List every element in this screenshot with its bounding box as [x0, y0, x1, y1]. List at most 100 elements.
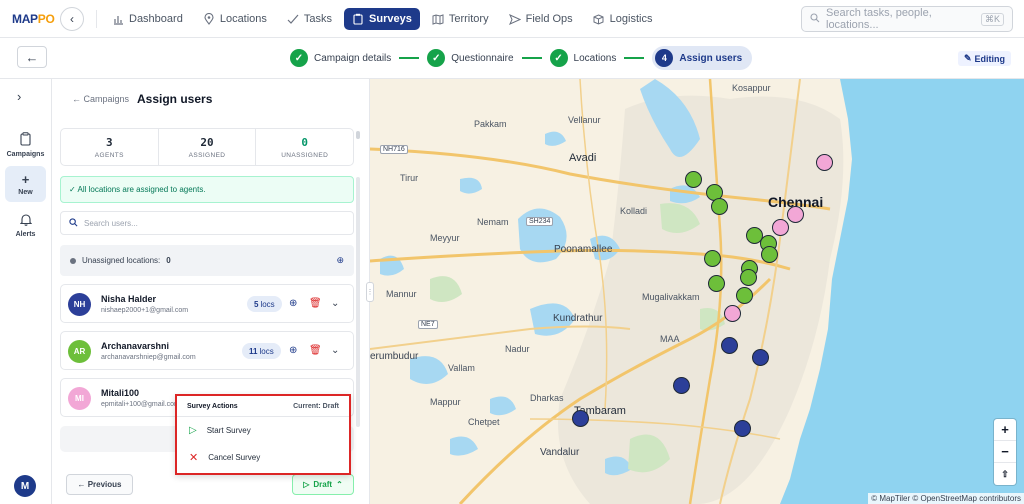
bell-icon — [19, 213, 32, 228]
map-label: Mappur — [430, 397, 461, 407]
start-survey-option[interactable]: ▷ Start Survey — [177, 417, 349, 444]
stats-card: 3 AGENTS 20 ASSIGNED 0 UNASSIGNED — [60, 128, 354, 166]
check-icon: ✓ — [549, 49, 568, 67]
map-marker[interactable] — [711, 198, 728, 215]
chevron-right-icon: › — [17, 89, 22, 104]
nav-logistics-label: Logistics — [609, 13, 653, 25]
x-icon: ✕ — [189, 452, 199, 464]
trash-icon[interactable]: 🗑 — [309, 297, 322, 311]
map-label: Tirur — [400, 173, 419, 183]
stat-value: 20 — [200, 135, 214, 149]
check-icon — [287, 13, 299, 25]
map-marker[interactable] — [740, 269, 757, 286]
map-marker[interactable] — [572, 410, 589, 427]
agent-card[interactable]: AR Archanavarshni archanavarshniep@gmail… — [60, 331, 354, 370]
map-marker[interactable] — [685, 171, 702, 188]
map-marker[interactable] — [736, 287, 753, 304]
map-marker[interactable] — [724, 305, 741, 322]
resize-handle[interactable]: ⋮ — [366, 282, 374, 302]
current-status: Current: Draft — [293, 402, 339, 410]
step-connector — [624, 57, 645, 59]
agent-name: Archanavarshni — [101, 341, 170, 351]
user-avatar[interactable]: M — [14, 475, 36, 497]
map-marker[interactable] — [721, 337, 738, 354]
map-label: Chetpet — [468, 417, 500, 427]
nav-logistics[interactable]: Logistics — [585, 8, 661, 30]
map-label: erumbudur — [370, 351, 419, 362]
map-marker[interactable] — [673, 377, 690, 394]
step-campaign-details[interactable]: ✓ Campaign details — [290, 46, 391, 70]
expand-rail-button[interactable]: › — [17, 89, 21, 104]
map-label: Mannur — [386, 289, 417, 299]
check-icon: ✓ — [427, 49, 446, 67]
map-marker[interactable] — [708, 275, 725, 292]
map-label: Meyyur — [430, 233, 460, 243]
previous-button[interactable]: ← Previous — [66, 474, 133, 495]
back-button[interactable]: ‹ — [60, 7, 84, 31]
option-label: Start Survey — [206, 426, 251, 435]
stat-unassigned: 0 UNASSIGNED — [256, 129, 353, 165]
nav-locations[interactable]: Locations — [195, 8, 275, 30]
map-marker[interactable] — [752, 349, 769, 366]
scrollbar[interactable] — [356, 177, 360, 427]
nav-surveys[interactable]: Surveys — [344, 8, 420, 30]
zoom-in-button[interactable]: + — [994, 419, 1016, 441]
nav-dashboard-label: Dashboard — [129, 13, 183, 25]
app-logo[interactable]: MAPPO — [12, 12, 55, 26]
map-marker[interactable] — [704, 250, 721, 267]
nav-dashboard[interactable]: Dashboard — [104, 8, 191, 30]
agent-name: Nisha Halder — [101, 294, 157, 304]
map-label: Kolladi — [620, 206, 648, 216]
main-nav: Dashboard Locations Tasks Surveys Territ… — [104, 8, 660, 30]
map-marker[interactable] — [734, 420, 751, 437]
map-marker[interactable] — [772, 219, 789, 236]
agent-email: epmitali+100@gmail.com — [101, 401, 180, 408]
map-label: Vallam — [448, 363, 475, 373]
step-connector — [399, 57, 420, 59]
locs-badge[interactable]: 11 locs — [242, 343, 281, 359]
divider — [96, 10, 97, 28]
draft-button[interactable]: ▷ Draft ⌃ — [292, 474, 354, 495]
global-search[interactable]: Search tasks, people, locations... ⌘K — [801, 6, 1013, 32]
nav-tasks[interactable]: Tasks — [279, 8, 340, 30]
reset-north-button[interactable]: ⇧ — [994, 463, 1016, 485]
stepper-back-button[interactable]: ← — [17, 46, 47, 68]
nav-field-ops[interactable]: Field Ops — [501, 8, 581, 30]
box-icon — [593, 13, 605, 25]
map-label: Pakkam — [474, 119, 507, 129]
scrollbar-top[interactable] — [356, 131, 360, 139]
map-label: Avadi — [569, 152, 597, 164]
zoom-in-icon[interactable]: ⊕ — [289, 297, 297, 311]
agent-email: nishaep2000+1@gmail.com — [101, 307, 189, 314]
drag-icon: ⋮ — [366, 289, 374, 296]
zoom-in-icon[interactable]: ⊕ — [336, 255, 344, 266]
chevron-down-icon[interactable]: ⌄ — [331, 344, 339, 358]
rail-new[interactable]: + New — [5, 166, 46, 202]
step-locations[interactable]: ✓ Locations — [549, 46, 616, 70]
search-icon — [810, 12, 820, 26]
stepper-bar: ← ✓ Campaign details ✓ Questionnaire ✓ L… — [0, 38, 1024, 79]
breadcrumb-campaigns[interactable]: ← Campaigns — [72, 94, 129, 104]
map-view[interactable]: Kosappur Pakkam Vellanur NH716 Avadi Tir… — [370, 79, 1024, 504]
step-assign-users[interactable]: 4 Assign users — [652, 46, 753, 70]
chevron-down-icon[interactable]: ⌄ — [331, 297, 339, 311]
user-search-input[interactable]: Search users... — [60, 211, 354, 235]
survey-actions-popup: Survey Actions Current: Draft ▷ Start Su… — [175, 394, 351, 475]
step-questionnaire[interactable]: ✓ Questionnaire — [427, 46, 514, 70]
agent-name: Mitali100 — [101, 388, 140, 398]
nav-territory[interactable]: Territory — [424, 8, 497, 30]
agent-card[interactable]: NH Nisha Halder nishaep2000+1@gmail.com … — [60, 284, 354, 323]
zoom-out-button[interactable]: − — [994, 441, 1016, 463]
cancel-survey-option[interactable]: ✕ Cancel Survey — [177, 444, 349, 471]
zoom-in-icon[interactable]: ⊕ — [289, 344, 297, 358]
rail-campaigns[interactable]: Campaigns — [5, 127, 46, 163]
map-marker[interactable] — [787, 206, 804, 223]
stat-label: UNASSIGNED — [281, 151, 329, 159]
map-marker[interactable] — [761, 246, 778, 263]
rail-alerts[interactable]: Alerts — [5, 207, 46, 243]
map-marker[interactable] — [816, 154, 833, 171]
search-placeholder: Search tasks, people, locations... — [826, 7, 932, 31]
trash-icon[interactable]: 🗑 — [309, 344, 322, 358]
step-number: 4 — [655, 49, 674, 67]
locs-badge[interactable]: 5 locs — [247, 296, 282, 312]
